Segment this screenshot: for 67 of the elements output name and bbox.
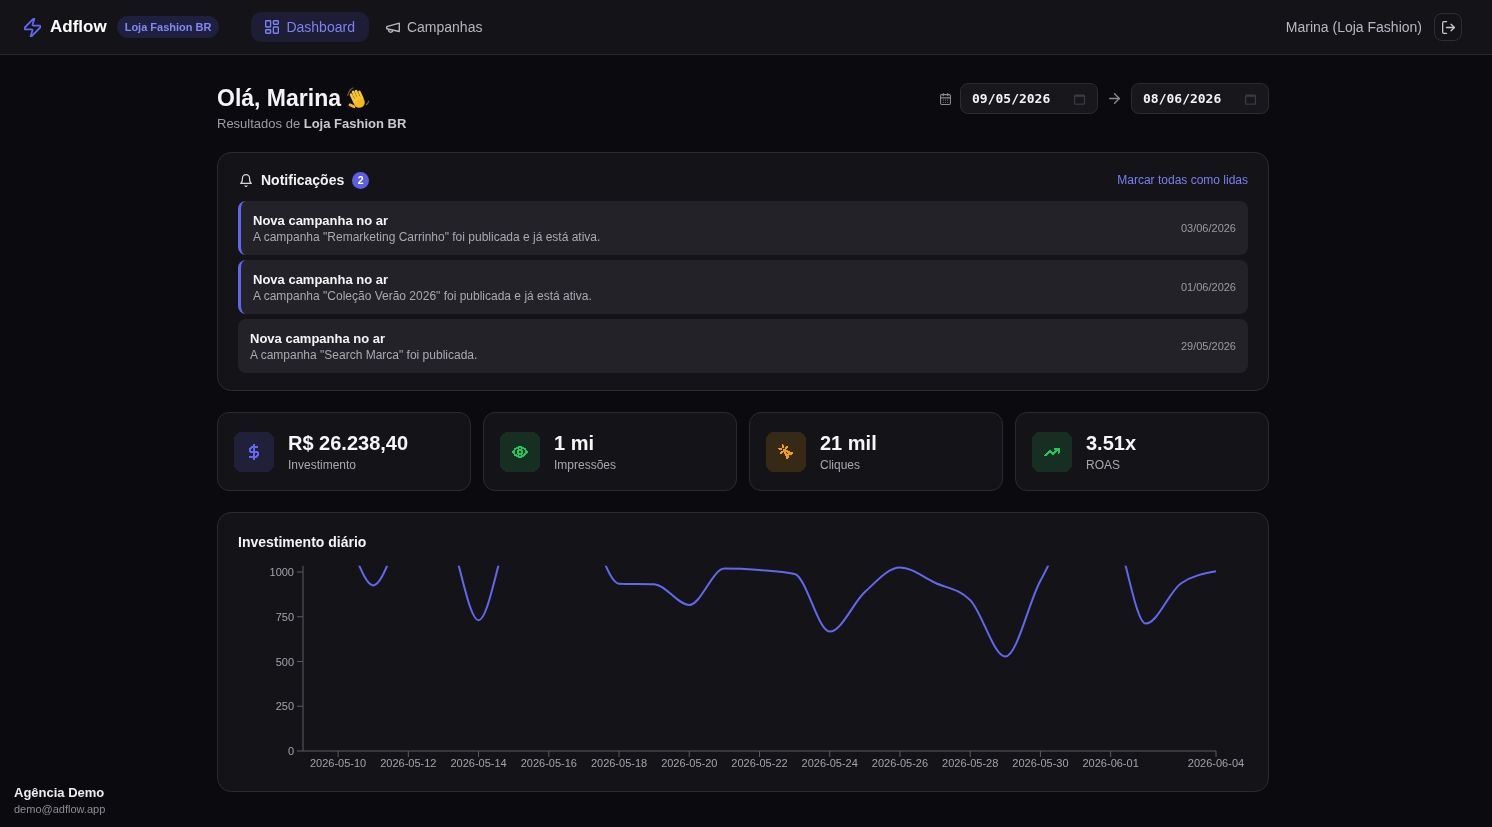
x-axis-label: 2026-05-12 [380,757,437,769]
y-axis-label: 500 [275,655,294,668]
chart-title: Investimento diário [238,533,368,552]
nav-tab[interactable]: Campanhas [371,12,497,42]
x-axis-label: 2026-05-28 [942,757,999,769]
x-axis-label: 2026-05-30 [1012,757,1069,769]
stat-label: Impressões [554,457,617,472]
x-axis-label: 2026-05-16 [520,757,577,769]
x-axis-label: 2026-05-10 [309,757,367,769]
eye-icon [500,431,540,472]
notification-date: 03/06/2026 [1180,222,1236,234]
notifications-title: Notificações [261,172,345,188]
calendar-icon [940,92,951,105]
megaphone-icon [385,20,400,34]
calendar-icon[interactable] [1074,93,1085,105]
end-date-field[interactable]: 08/06/2026 [1131,83,1269,114]
mark-all-read-link[interactable]: Marcar todas como lidas [1117,173,1248,187]
notification-item[interactable]: Nova campanha no ar A campanha "Remarketing Carrinho" foi publicada e já está ativa. 03/06/2026 [238,201,1248,255]
y-axis-label: 0 [287,745,294,757]
notification-date: 29/05/2026 [1180,340,1236,352]
x-axis-label: 2026-05-18 [590,757,648,769]
stat-value: 21 mil [820,431,877,455]
x-axis-label: 2026-05-24 [801,757,858,769]
notification-title: Nova campanha no ar [253,271,390,287]
x-axis-label: 2026-06-01 [1082,757,1139,769]
notification-message: A campanha "Coleção Verão 2026" foi publicada e já está ativa. [253,288,592,303]
notification-count: 2 [352,171,370,189]
notification-title: Nova campanha no ar [253,212,390,228]
notification-date: 01/06/2026 [1180,281,1236,293]
x-axis-label: 2026-06-04 [1187,757,1245,769]
stat-label: ROAS [1086,457,1121,472]
y-axis-label: 250 [275,700,294,713]
notification-item[interactable]: Nova campanha no ar A campanha "Search Marca" foi publicada. 29/05/2026 [238,319,1248,373]
dashboard-icon [265,20,280,34]
agency-name: Agência Demo [14,785,106,800]
start-date-field[interactable]: 09/05/2026 [960,83,1098,114]
logout-icon [1441,20,1455,34]
agency-email: demo@adflow.app [14,803,106,815]
notification-message: A campanha "Search Marca" foi publicada. [250,347,478,362]
waving-hand-icon [347,86,370,110]
trending-up-icon [1032,431,1072,472]
greeting-subtitle: Resultados de Loja Fashion BR [217,116,407,131]
stat-value: 3.51x [1086,431,1137,455]
notification-message: A campanha "Remarketing Carrinho" foi publicada e já está ativa. [253,229,601,244]
y-axis-label: 750 [275,610,294,623]
user-name: Marina (Loja Fashion) [1285,19,1422,35]
account-badge: Loja Fashion BR [116,16,220,38]
x-axis-label: 2026-05-14 [450,757,507,769]
x-axis-label: 2026-05-22 [731,757,788,769]
nav-tab[interactable]: Dashboard [251,12,369,42]
y-axis-label: 1000 [269,566,294,578]
x-axis-label: 2026-05-20 [661,757,718,769]
app-logo: Adflow [50,17,107,37]
stat-label: Cliques [820,457,862,472]
calendar-icon[interactable] [1245,93,1256,105]
stat-value: 1 mi [554,431,596,455]
notification-title: Nova campanha no ar [250,330,387,346]
stat-label: Investimento [288,457,358,472]
lightning-bolt-icon [24,17,41,37]
logout-button[interactable] [1434,13,1462,41]
stat-value: R$ 26.238,40 [288,431,409,455]
bell-icon [240,173,252,187]
notification-item[interactable]: Nova campanha no ar A campanha "Coleção Verão 2026" foi publicada e já está ativa. 01/06/2026 [238,260,1248,314]
cursor-click-icon [766,431,806,472]
greeting-title: Olá, Marina [217,84,341,113]
dollar-sign-icon [234,431,274,472]
x-axis-label: 2026-05-26 [871,757,929,769]
